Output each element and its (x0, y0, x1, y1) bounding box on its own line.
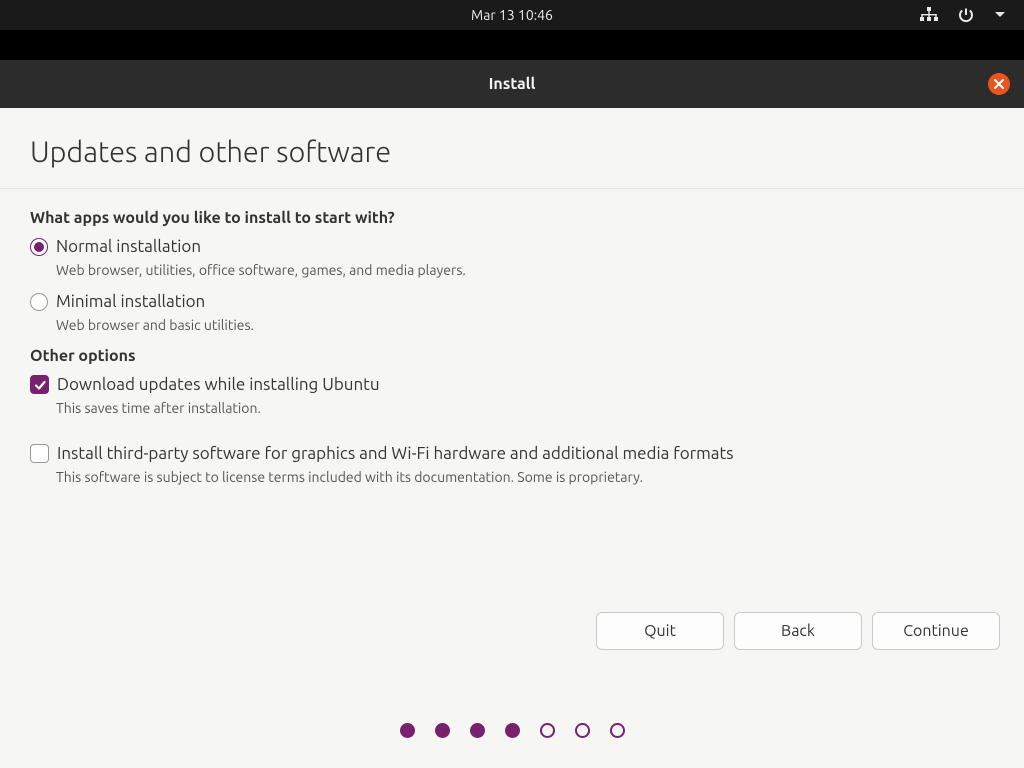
topbar-datetime: Mar 13 10:46 (471, 7, 553, 23)
topbar-indicators (920, 7, 1006, 23)
progress-dots (0, 723, 1024, 738)
page-title: Updates and other software (30, 136, 994, 168)
footer-buttons: Quit Back Continue (596, 612, 1000, 650)
progress-dot-3 (470, 723, 485, 738)
progress-dot-2 (435, 723, 450, 738)
radio-normal-label: Normal installation (56, 237, 201, 256)
apps-question: What apps would you like to install to s… (30, 209, 994, 227)
radio-minimal-desc: Web browser and basic utilities. (56, 317, 994, 333)
quit-button[interactable]: Quit (596, 612, 724, 650)
other-options-heading: Other options (30, 347, 994, 365)
radio-minimal-label: Minimal installation (56, 292, 205, 311)
close-icon (993, 78, 1005, 90)
progress-dot-4 (505, 723, 520, 738)
window-title: Install (489, 75, 536, 93)
checkbox-thirdparty[interactable]: Install third-party software for graphic… (30, 444, 994, 463)
radio-minimal-indicator[interactable] (30, 293, 48, 311)
continue-button[interactable]: Continue (872, 612, 1000, 650)
checkbox-updates-label: Download updates while installing Ubuntu (57, 375, 380, 394)
desktop-topbar: Mar 13 10:46 (0, 0, 1024, 30)
installer-window: Install Updates and other software What … (0, 60, 1024, 768)
back-button[interactable]: Back (734, 612, 862, 650)
window-titlebar: Install (0, 60, 1024, 108)
content-area: Updates and other software What apps wou… (0, 108, 1024, 485)
checkbox-updates-desc: This saves time after installation. (56, 400, 994, 416)
close-button[interactable] (988, 73, 1010, 95)
radio-normal-desc: Web browser, utilities, office software,… (56, 262, 994, 278)
radio-normal-indicator[interactable] (30, 238, 48, 256)
power-icon[interactable] (958, 7, 974, 23)
checkbox-thirdparty-label: Install third-party software for graphic… (57, 444, 734, 463)
checkbox-updates-indicator[interactable] (30, 375, 49, 394)
progress-dot-6 (575, 723, 590, 738)
desktop-gap (0, 30, 1024, 60)
checkbox-download-updates[interactable]: Download updates while installing Ubuntu (30, 375, 994, 394)
progress-dot-7 (610, 723, 625, 738)
chevron-down-icon[interactable] (994, 11, 1006, 19)
progress-dot-1 (400, 723, 415, 738)
radio-minimal-install[interactable]: Minimal installation (30, 292, 994, 311)
checkbox-thirdparty-desc: This software is subject to license term… (56, 469, 994, 485)
radio-dot-icon (34, 242, 44, 252)
checkbox-thirdparty-indicator[interactable] (30, 444, 49, 463)
check-icon (33, 378, 47, 392)
network-icon[interactable] (920, 7, 938, 23)
progress-dot-5 (540, 723, 555, 738)
radio-normal-install[interactable]: Normal installation (30, 237, 994, 256)
divider (0, 188, 1024, 189)
